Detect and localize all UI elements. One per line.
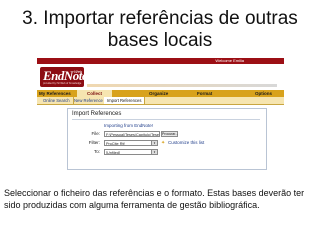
tab-collect[interactable]: Collect <box>77 90 113 97</box>
tab-my-references[interactable]: My References <box>39 90 71 97</box>
browse-button[interactable]: Procurar... <box>161 131 178 137</box>
tab-options[interactable]: Options <box>255 90 272 97</box>
to-label: To: <box>93 149 100 154</box>
import-panel: Import References Importing from EndNote… <box>67 108 267 170</box>
customize-list-link[interactable]: Customize this list <box>168 140 204 145</box>
subtab-import-references[interactable]: Import References <box>104 97 146 104</box>
filter-label: Filter: <box>88 140 100 145</box>
star-icon: ✦ <box>161 140 166 146</box>
logo-subtitle: provided by ISI Web of Knowledge <box>43 82 82 85</box>
file-label: File: <box>91 131 100 136</box>
to-select[interactable]: [Unfiled] ▾ <box>104 149 158 155</box>
logo-superscript: Web <box>74 69 83 74</box>
sub-navigation: Online Search New Reference Import Refer… <box>37 97 284 105</box>
importing-link[interactable]: Importing from EndNote! <box>104 123 153 128</box>
panel-title: Import References <box>72 111 122 117</box>
slide-caption: Seleccionar o ficheiro das referências e… <box>4 188 305 210</box>
slide-title: 3. Importar referências de outras bases … <box>22 8 298 51</box>
header: EndNote Web provided by ISI Web of Knowl… <box>37 64 284 90</box>
tab-format[interactable]: Format <box>197 90 212 97</box>
main-navigation: My References Collect Organize Format Op… <box>37 90 284 97</box>
subtab-new-reference[interactable]: New Reference <box>71 97 107 104</box>
to-value: [Unfiled] <box>106 151 120 155</box>
endnote-screenshot: Welcome Emilia EndNote Web provided by I… <box>37 58 284 187</box>
filter-value: ProCite Rtf <box>106 142 125 146</box>
chevron-down-icon: ▾ <box>151 150 157 154</box>
tab-organize[interactable]: Organize <box>149 90 168 97</box>
filter-select[interactable]: ProCite Rtf ▾ <box>104 140 158 146</box>
subtab-online-search[interactable]: Online Search <box>40 97 74 104</box>
header-stripe <box>87 84 277 87</box>
chevron-down-icon: ▾ <box>151 141 157 145</box>
endnote-logo[interactable]: EndNote Web provided by ISI Web of Knowl… <box>40 67 88 87</box>
file-input[interactable]: F:\Pessoal\Teses\Capitulo\Teses\Bibliog <box>104 131 160 137</box>
title-divider <box>72 119 260 120</box>
